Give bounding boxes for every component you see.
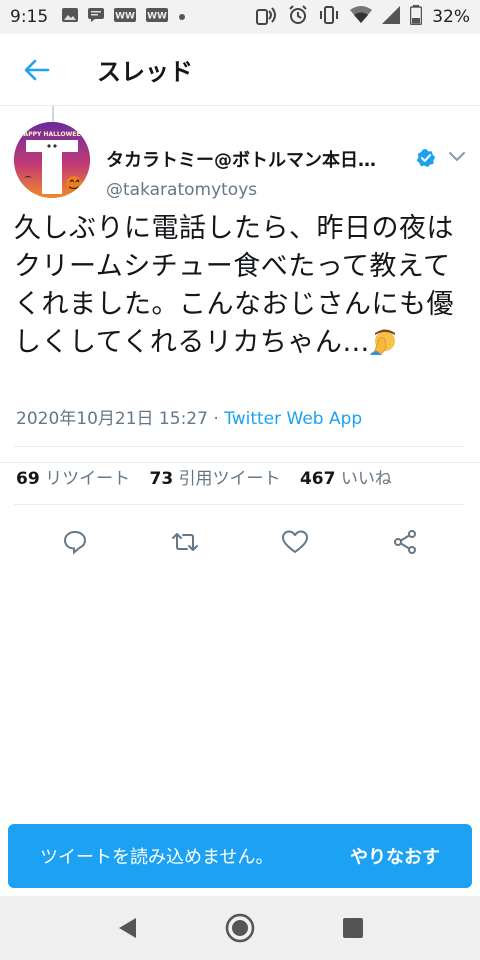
- retweet-stat[interactable]: 69 リツイート: [16, 469, 130, 489]
- like-count: 467: [299, 469, 336, 489]
- retweet-icon: [172, 533, 198, 551]
- back-triangle-icon: [118, 918, 136, 938]
- user-handle[interactable]: @takaratomytoys: [106, 180, 257, 200]
- divider: [14, 446, 464, 447]
- author-row: HAPPY HALLOWEEN タカラトミー@ボトルマン本日… @takarat…: [14, 122, 474, 202]
- nav-recents-button[interactable]: [329, 904, 377, 952]
- tweet-actions: [0, 518, 480, 566]
- message-icon: [88, 8, 105, 26]
- status-bar: 9:15 WW WW 32%: [0, 0, 480, 34]
- divider: [0, 462, 480, 463]
- home-circle-icon: [225, 913, 255, 943]
- divider: [14, 504, 464, 505]
- error-toast: ツイートを読み込めません。 やりなおす: [8, 824, 472, 888]
- svg-text:WW: WW: [147, 12, 167, 22]
- heart-icon: [282, 530, 308, 553]
- svg-text:WW: WW: [115, 12, 135, 22]
- battery-icon: [409, 4, 423, 30]
- toast-message: ツイートを読み込めません。: [40, 847, 274, 868]
- thread-line: [52, 106, 54, 122]
- tweet-stats: 69 リツイート 73 引用ツイート 467 いいね: [16, 464, 392, 489]
- image-icon: [62, 8, 79, 26]
- alarm-icon: [288, 4, 308, 30]
- share-icon: [394, 530, 416, 554]
- retweet-button[interactable]: [163, 520, 207, 564]
- nav-home-button[interactable]: [216, 904, 264, 952]
- quote-stat[interactable]: 73 引用ツイート: [149, 469, 280, 489]
- back-button[interactable]: [11, 44, 63, 96]
- dot-icon: [178, 9, 186, 25]
- app-notification-icon: WW: [114, 8, 137, 26]
- verified-badge-icon: [416, 148, 436, 168]
- facepalm-emoji-icon: [369, 327, 398, 366]
- battery-percent: 32%: [432, 7, 470, 27]
- page-title: スレッド: [97, 58, 193, 86]
- retweet-label: リツイート: [45, 469, 131, 489]
- avatar-text: HAPPY HALLOWEEN: [19, 131, 86, 138]
- display-name[interactable]: タカラトミー@ボトルマン本日…: [106, 146, 376, 172]
- quote-count: 73: [149, 469, 174, 489]
- quote-label: 引用ツイート: [178, 469, 281, 489]
- retweet-count: 69: [16, 469, 40, 489]
- reply-icon: [63, 530, 87, 555]
- tweet-meta: 2020年10月21日 15:27 · Twitter Web App: [16, 404, 362, 429]
- app-header: スレッド: [0, 34, 480, 106]
- system-nav-bar: [0, 896, 480, 960]
- status-right: 32%: [256, 4, 470, 30]
- like-button[interactable]: [273, 520, 317, 564]
- retry-button[interactable]: やりなおす: [350, 843, 440, 869]
- signal-icon: [382, 5, 401, 29]
- tweet-source-link[interactable]: Twitter Web App: [224, 409, 362, 429]
- like-label: いいね: [340, 469, 392, 489]
- avatar[interactable]: HAPPY HALLOWEEN: [14, 122, 90, 198]
- nav-back-button[interactable]: [103, 904, 151, 952]
- share-button[interactable]: [383, 520, 427, 564]
- app-notification-icon: WW: [146, 8, 169, 26]
- reply-button[interactable]: [53, 520, 97, 564]
- vibrate-icon: [318, 5, 340, 30]
- tweet-text: 久しぶりに電話したら、昨日の夜はクリームシチュー食べたって教えてくれました。こん…: [14, 210, 470, 366]
- chevron-down-icon[interactable]: [448, 150, 466, 164]
- recents-square-icon: [343, 918, 364, 938]
- nfc-icon: [256, 5, 278, 30]
- like-stat[interactable]: 467 いいね: [300, 469, 392, 489]
- wifi-icon: [350, 5, 373, 29]
- back-arrow-icon: [24, 59, 50, 80]
- screen: 9:15 WW WW 32% スレッド HAPPY HALLOWEEN タカラト…: [0, 0, 480, 960]
- tweet-timestamp: 2020年10月21日 15:27 ·: [16, 409, 225, 429]
- status-time: 9:15: [10, 7, 49, 27]
